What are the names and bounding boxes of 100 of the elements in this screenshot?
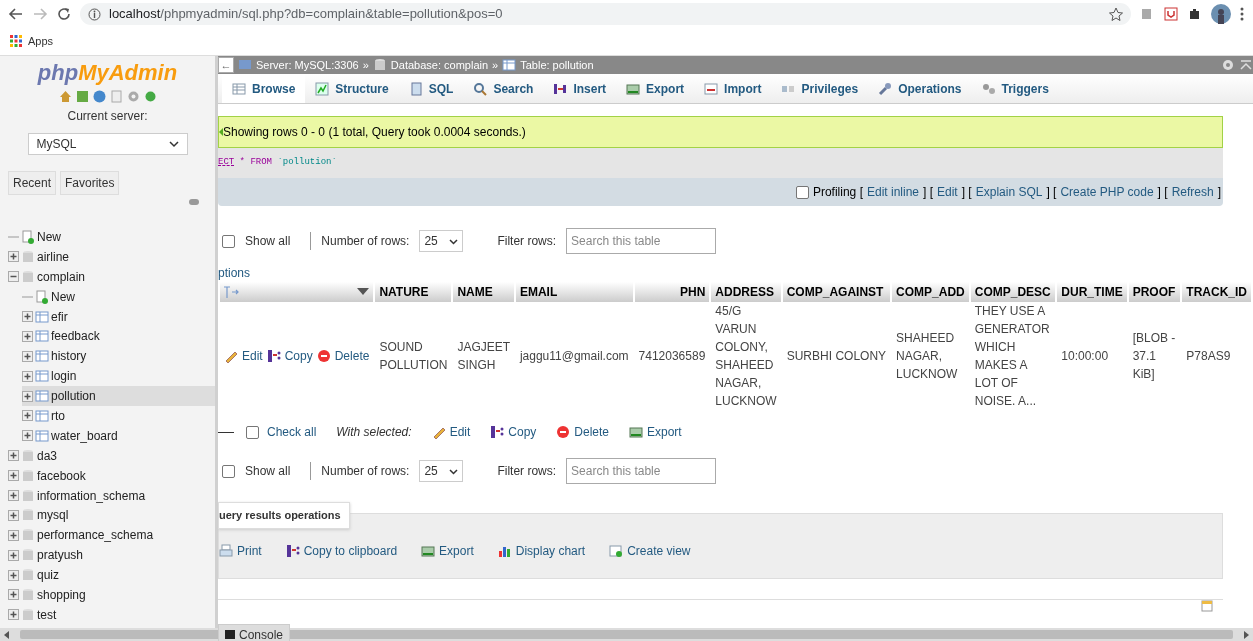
rows-select[interactable]: 25 [419,230,464,252]
tree-item[interactable]: efir [22,306,215,327]
row-action-link[interactable]: Edit [224,347,263,365]
tree-item[interactable]: New [8,227,215,247]
check-all-checkbox[interactable] [246,425,259,439]
collapse-icon[interactable] [8,271,19,283]
search-field[interactable]: Search this table [566,458,717,484]
scroll-left-icon[interactable] [4,630,10,639]
expand-icon[interactable] [22,311,33,322]
show-all-checkbox[interactable] [222,234,235,248]
menu-icon[interactable] [1239,6,1245,22]
expand-icon[interactable] [8,470,19,482]
column-header[interactable]: PHN [634,282,710,302]
profiling-link[interactable]: Create PHP code [1060,183,1154,201]
star-icon[interactable] [1109,7,1123,21]
expand-icon[interactable] [22,330,33,342]
column-header[interactable]: EMAIL [515,282,633,302]
profiling-link[interactable]: Explain SQL [975,183,1043,201]
row-action-link[interactable]: Copy [266,347,313,365]
tab[interactable]: Operations [868,74,972,103]
column-header[interactable]: COMP_AGAINST [782,282,891,302]
bulk-action-link[interactable]: Copy [490,423,537,441]
blob-link[interactable]: [BLOB - 37.1 KiB] [1128,302,1181,410]
expand-icon[interactable] [8,450,19,462]
tab[interactable]: Search [463,74,544,103]
column-header[interactable]: DUR_TIME [1057,282,1127,302]
horizontal-scrollbar[interactable] [0,628,1253,641]
logo[interactable]: phpMyAdmin [0,60,215,86]
rows-select[interactable]: 25 [419,460,464,482]
bookmark-link[interactable]: Apps [28,32,54,50]
expand-icon[interactable] [22,350,33,362]
breadcrumb-link[interactable]: Server: MySQL:3306 [256,56,359,74]
check-all-link[interactable]: Check all [267,423,317,441]
tree-item[interactable]: quiz [8,565,215,586]
column-header[interactable]: NAME [453,282,514,302]
settings-icon[interactable] [1221,58,1235,72]
column-header[interactable]: COMP_DESC [970,282,1056,302]
tree-item[interactable]: pollution [22,386,215,406]
tab[interactable]: SQL [398,74,464,103]
search-field[interactable]: Search this table [566,228,717,254]
sidebar-tab[interactable]: Recent [8,171,57,195]
tree-item[interactable]: information_schema [8,485,215,506]
column-header[interactable]: ADDRESS [711,282,781,302]
expand-icon[interactable] [8,490,19,501]
tree-item[interactable]: facebook [8,465,215,486]
tree-item[interactable]: rto [22,406,215,426]
profiling-link[interactable]: Refresh [1171,183,1214,201]
shield-icon[interactable] [1163,6,1179,22]
tab[interactable]: Triggers [971,74,1059,103]
show-all-checkbox[interactable] [222,464,235,478]
tree-item[interactable]: mysql [8,505,215,526]
bulk-action-link[interactable]: Export [629,423,682,441]
tab[interactable]: Structure [305,74,399,103]
apps-icon[interactable] [10,35,22,47]
expand-icon[interactable] [22,390,33,402]
tree-item[interactable]: New [22,286,215,307]
dropdown-icon[interactable] [357,288,370,296]
tree-item[interactable]: history [22,346,215,367]
tree-item[interactable]: pratyush [8,545,215,566]
column-header[interactable]: TRACK_ID [1182,282,1251,302]
tree-item[interactable]: test [8,604,215,625]
collapse-sidebar-button[interactable]: ← [218,57,234,73]
tab[interactable]: Export [616,74,695,103]
expand-icon[interactable] [8,509,19,521]
back-icon[interactable] [8,6,24,22]
tab[interactable]: Insert [543,74,617,103]
expand-icon[interactable] [8,529,19,541]
bulk-action-link[interactable]: Edit [431,423,471,441]
operation-link[interactable]: Export [421,541,474,560]
server-select[interactable]: MySQL [27,133,188,155]
operation-link[interactable]: Display chart [497,541,586,560]
expand-icon[interactable] [8,549,19,561]
expand-icon[interactable] [22,430,33,442]
expand-icon[interactable] [8,609,19,621]
tab[interactable]: Privileges [771,74,869,103]
tree-item[interactable]: airline [8,246,215,267]
expand-icon[interactable] [8,569,19,581]
avatar-icon[interactable] [1211,4,1231,24]
expand-icon[interactable] [8,251,19,263]
address-bar[interactable]: localhost/phpmyadmin/sql.php?db=complain&table=pollution&pos=0 [80,3,1131,25]
tree-item[interactable]: feedback [22,326,215,347]
expand-icon[interactable] [22,410,33,422]
column-header[interactable]: NATURE [375,282,452,302]
tree-item[interactable]: complain [8,266,215,287]
operation-link[interactable]: Print [219,541,262,560]
sidebar-tab[interactable]: Favorites [60,171,120,195]
tree-item[interactable]: water_board [22,425,215,446]
column-header[interactable]: COMP_ADD [892,282,969,302]
tree-item[interactable]: shopping [8,585,215,605]
profiling-checkbox[interactable] [795,185,809,199]
operation-link[interactable]: Create view [609,541,691,560]
options-link[interactable]: ptions [218,264,1253,282]
bulk-action-link[interactable]: Delete [556,423,609,441]
tree-item[interactable]: login [22,366,215,387]
tree-item[interactable]: performance_schema [8,525,215,546]
breadcrumb-link[interactable]: Table: pollution [520,56,594,74]
row-action-link[interactable]: Delete [316,347,370,365]
operation-link[interactable]: Copy to clipboard [285,541,398,560]
tree-item[interactable]: da3 [8,445,215,466]
expand-icon[interactable] [22,370,33,382]
